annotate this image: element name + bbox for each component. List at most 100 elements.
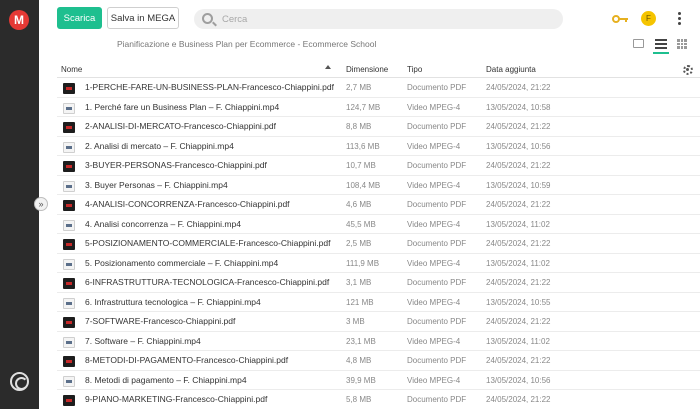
table-row[interactable]: 8-METODI-DI-PAGAMENTO-Francesco-Chiappin… bbox=[57, 351, 700, 371]
column-header-size[interactable]: Dimensione bbox=[346, 65, 388, 74]
table-row[interactable]: 5-POSIZIONAMENTO-COMMERCIALE-Francesco-C… bbox=[57, 234, 700, 254]
table-row[interactable]: 2-ANALISI-DI-MERCATO-Francesco-Chiappini… bbox=[57, 117, 700, 137]
breadcrumb: Pianificazione e Business Plan per Ecomm… bbox=[117, 39, 377, 49]
download-button[interactable]: Scarica bbox=[57, 7, 102, 29]
file-type: Documento PDF bbox=[407, 395, 467, 404]
file-type: Documento PDF bbox=[407, 278, 467, 287]
file-name: 8. Metodi di pagamento – F. Chiappini.mp… bbox=[85, 374, 247, 385]
file-name: 6-INFRASTRUTTURA-TECNOLOGICA-Francesco-C… bbox=[85, 277, 330, 287]
more-vertical-icon[interactable] bbox=[678, 12, 682, 26]
table-row[interactable]: 9-PIANO-MARKETING-Francesco-Chiappini.pd… bbox=[57, 390, 700, 409]
file-date: 24/05/2024, 21:22 bbox=[486, 317, 551, 326]
file-type: Video MPEG-4 bbox=[407, 219, 461, 229]
table-row[interactable]: 5. Posizionamento commerciale – F. Chiap… bbox=[57, 254, 700, 273]
save-to-mega-button[interactable]: Salva in MEGA bbox=[107, 7, 179, 29]
video-file-icon bbox=[63, 102, 75, 114]
pdf-file-icon bbox=[63, 278, 75, 289]
file-date: 24/05/2024, 21:22 bbox=[486, 239, 551, 248]
file-type: Video MPEG-4 bbox=[407, 180, 461, 190]
pdf-file-icon bbox=[63, 161, 75, 172]
table-row[interactable]: 6. Infrastruttura tecnologica – F. Chiap… bbox=[57, 293, 700, 312]
file-size: 108,4 MB bbox=[346, 180, 381, 190]
file-type: Documento PDF bbox=[407, 200, 467, 209]
table-header: Nome Dimensione Tipo Data aggiunta bbox=[57, 61, 700, 78]
pdf-file-icon bbox=[63, 356, 75, 367]
file-name: 7-SOFTWARE-Francesco-Chiappini.pdf bbox=[85, 316, 236, 326]
pdf-file-icon bbox=[63, 200, 75, 211]
file-date: 13/05/2024, 10:56 bbox=[486, 141, 551, 151]
file-type: Documento PDF bbox=[407, 83, 467, 92]
list-view-icon[interactable] bbox=[655, 39, 667, 50]
search-bar[interactable] bbox=[194, 9, 563, 29]
file-type: Video MPEG-4 bbox=[407, 297, 461, 307]
table-row[interactable]: 4. Analisi concorrenza – F. Chiappini.mp… bbox=[57, 215, 700, 234]
file-name: 1. Perché fare un Business Plan – F. Chi… bbox=[85, 101, 280, 112]
sort-ascending-icon[interactable] bbox=[325, 65, 331, 69]
table-row[interactable]: 4-ANALISI-CONCORRENZA-Francesco-Chiappin… bbox=[57, 195, 700, 215]
file-size: 124,7 MB bbox=[346, 102, 381, 112]
mega-logo-icon[interactable]: M bbox=[9, 10, 29, 30]
file-date: 13/05/2024, 10:56 bbox=[486, 375, 551, 385]
file-size: 2,5 MB bbox=[346, 239, 372, 248]
file-type: Video MPEG-4 bbox=[407, 375, 461, 385]
table-row[interactable]: 3. Buyer Personas – F. Chiappini.mp4 108,… bbox=[57, 176, 700, 195]
table-row[interactable]: 2. Analisi di mercato – F. Chiappini.mp4… bbox=[57, 137, 700, 156]
file-name: 3-BUYER-PERSONAS-Francesco-Chiappini.pdf bbox=[85, 160, 267, 170]
file-type: Documento PDF bbox=[407, 239, 467, 248]
sync-icon[interactable] bbox=[10, 372, 29, 391]
table-row[interactable]: 1-PERCHE-FARE-UN-BUSINESS-PLAN-Francesco… bbox=[57, 78, 700, 98]
file-name: 6. Infrastruttura tecnologica – F. Chiap… bbox=[85, 296, 261, 307]
file-name: 1-PERCHE-FARE-UN-BUSINESS-PLAN-Francesco… bbox=[85, 82, 334, 92]
file-name: 8-METODI-DI-PAGAMENTO-Francesco-Chiappin… bbox=[85, 355, 289, 365]
avatar[interactable]: F bbox=[641, 11, 656, 26]
table-row[interactable]: 7. Software – F. Chiappini.mp4 23,1 MB Vid… bbox=[57, 332, 700, 351]
key-icon[interactable] bbox=[612, 15, 628, 23]
file-size: 5,8 MB bbox=[346, 395, 372, 404]
file-type: Video MPEG-4 bbox=[407, 102, 461, 112]
file-type: Video MPEG-4 bbox=[407, 258, 461, 268]
file-date: 24/05/2024, 21:22 bbox=[486, 395, 551, 404]
file-date: 24/05/2024, 21:22 bbox=[486, 161, 551, 170]
video-file-icon bbox=[63, 141, 75, 153]
pdf-file-icon bbox=[63, 83, 75, 94]
file-size: 111,9 MB bbox=[346, 258, 380, 268]
column-header-date[interactable]: Data aggiunta bbox=[486, 65, 536, 74]
file-size: 113,6 MB bbox=[346, 141, 380, 151]
mega-folder-app: M » Scarica Salva in MEGA F Pianificazio… bbox=[0, 0, 700, 409]
file-name: 2-ANALISI-DI-MERCATO-Francesco-Chiappini… bbox=[85, 121, 276, 131]
file-name: 5-POSIZIONAMENTO-COMMERCIALE-Francesco-C… bbox=[85, 238, 331, 248]
file-size: 10,7 MB bbox=[346, 161, 376, 170]
file-size: 2,7 MB bbox=[346, 83, 372, 92]
file-size: 3,1 MB bbox=[346, 278, 372, 287]
search-input[interactable] bbox=[222, 11, 552, 27]
file-size: 45,5 MB bbox=[346, 219, 376, 229]
file-size: 39,9 MB bbox=[346, 375, 376, 385]
table-row[interactable]: 6-INFRASTRUTTURA-TECNOLOGICA-Francesco-C… bbox=[57, 273, 700, 293]
table-row[interactable]: 1. Perché fare un Business Plan – F. Chi… bbox=[57, 98, 700, 117]
column-header-name[interactable]: Nome bbox=[61, 65, 82, 74]
file-type: Documento PDF bbox=[407, 356, 467, 365]
file-size: 23,1 MB bbox=[346, 336, 376, 346]
file-date: 13/05/2024, 11:02 bbox=[486, 336, 550, 346]
grid-view-icon[interactable] bbox=[677, 39, 687, 49]
file-date: 13/05/2024, 11:02 bbox=[486, 219, 550, 229]
file-date: 13/05/2024, 10:55 bbox=[486, 297, 551, 307]
file-type: Video MPEG-4 bbox=[407, 141, 461, 151]
active-view-indicator bbox=[653, 52, 669, 54]
table-row[interactable]: 7-SOFTWARE-Francesco-Chiappini.pdf 3 MB Do… bbox=[57, 312, 700, 332]
pdf-file-icon bbox=[63, 395, 75, 406]
file-type: Documento PDF bbox=[407, 161, 467, 170]
file-type: Documento PDF bbox=[407, 122, 467, 131]
file-date: 13/05/2024, 10:59 bbox=[486, 180, 551, 190]
expand-sidebar-button[interactable]: » bbox=[34, 197, 48, 211]
file-name: 7. Software – F. Chiappini.mp4 bbox=[85, 335, 201, 346]
column-header-type[interactable]: Tipo bbox=[407, 65, 422, 74]
table-row[interactable]: 8. Metodi di pagamento – F. Chiappini.mp… bbox=[57, 371, 700, 390]
table-row[interactable]: 3-BUYER-PERSONAS-Francesco-Chiappini.pdf… bbox=[57, 156, 700, 176]
settings-icon[interactable] bbox=[683, 65, 693, 75]
video-file-icon bbox=[63, 297, 75, 309]
file-size: 3 MB bbox=[346, 317, 365, 326]
file-size: 121 MB bbox=[346, 297, 374, 307]
pdf-file-icon bbox=[63, 239, 75, 250]
thumbnail-view-icon[interactable] bbox=[633, 39, 644, 48]
